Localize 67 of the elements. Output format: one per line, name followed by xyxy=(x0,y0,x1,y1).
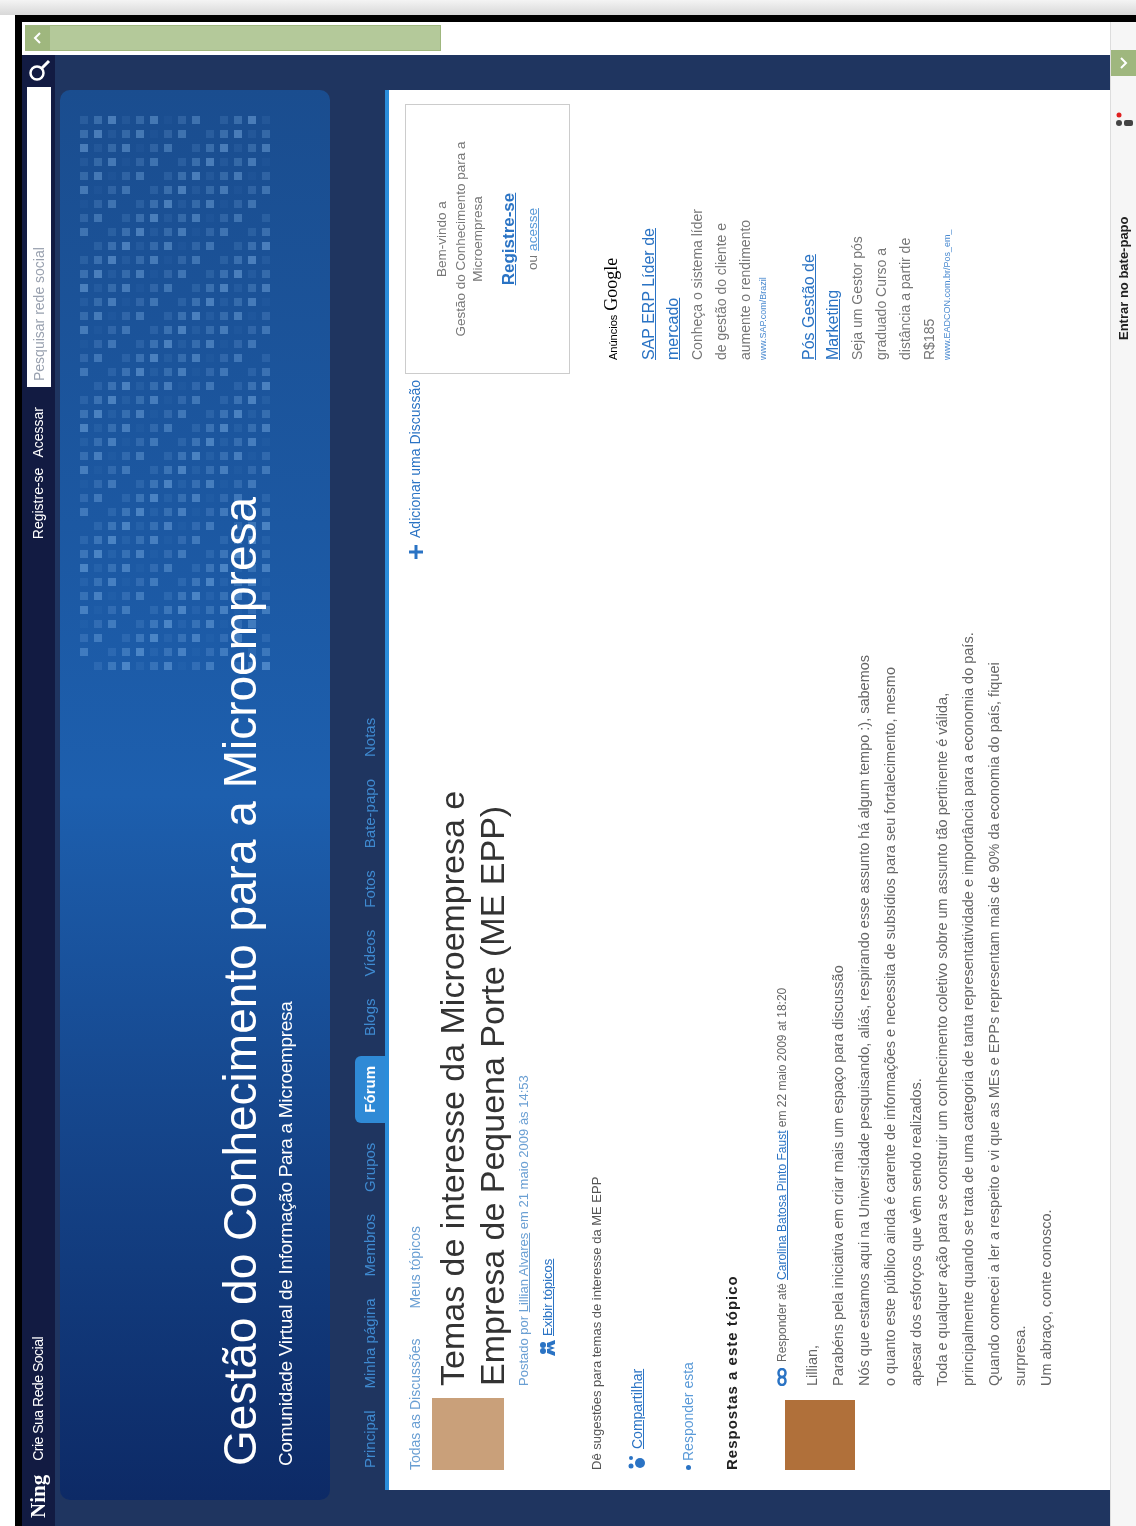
provider-logo: Google xyxy=(600,257,622,311)
nav-tab[interactable]: Fotos xyxy=(355,868,385,910)
site-name-text: Gestão do Conhecimento para a Microempresa xyxy=(451,140,486,339)
search-field[interactable]: Pesquisar rede social xyxy=(26,87,51,387)
ning-logo[interactable]: Ning xyxy=(22,1474,55,1518)
chat-link[interactable]: Entrar no bate-papo xyxy=(1113,216,1134,340)
site-subtitle: Comunidade Virtual de Informação Para a Microempresa xyxy=(273,1000,297,1466)
chain-icon xyxy=(777,1368,787,1386)
ads-label: Anúncios xyxy=(606,314,620,360)
share-link[interactable]: Compartilhar xyxy=(626,1368,648,1470)
nav-tab[interactable]: Principal xyxy=(355,1408,385,1470)
ad-url: www.EADCON.com.br/Pos_em_ xyxy=(940,228,953,360)
author-link[interactable]: Lillian Alvares xyxy=(516,1232,531,1313)
chevron-down-icon xyxy=(1119,57,1128,69)
nav-tab[interactable]: Grupos xyxy=(355,1140,385,1194)
collapse-button[interactable] xyxy=(25,25,49,52)
reply-text-line: Lillian, xyxy=(803,1343,821,1386)
reply-text-line: Nós que estamos aqui na Universidade pesquisando, aliás, respirando esse assunto há algum tempo :), sabemos xyxy=(855,653,873,1386)
expand-button[interactable] xyxy=(1110,50,1136,76)
forum-link[interactable]: Todas as Discussões xyxy=(405,1338,426,1470)
reply-text-line: principalmente quando se trata de uma categoria de tanta representatividade e importância para a economia do país. xyxy=(959,632,977,1386)
header-link[interactable]: Acessar xyxy=(28,407,49,458)
plus-icon xyxy=(407,543,424,560)
nav-tab[interactable]: Fórum xyxy=(355,1056,385,1123)
chevron-up-icon xyxy=(33,32,41,45)
register-link[interactable]: Registre-se xyxy=(495,192,522,286)
nav-tab[interactable]: Bate-papo xyxy=(355,777,385,851)
reply-link[interactable]: Responder esta xyxy=(677,1362,699,1461)
posted-by-text: Postado por Lillian Alvares em 21 maio 2009 às 14:53 xyxy=(515,1074,532,1386)
nav-tab[interactable]: Blogs xyxy=(355,996,385,1038)
reply-text-line: o quanto este público ainda é carente de informações e necessita de subsídios para seu fortalecimento, mesmo xyxy=(881,666,899,1386)
reply-text-line: Parabéns pela iniciativa em criar mais um espaço para discussão xyxy=(829,964,847,1386)
reply-text-line: Quando comecei a ler a respeito e vi que as MEs e EPPs representam mais de 90% da economia do país, fiquei xyxy=(985,661,1003,1386)
view-topics-link[interactable]: Exibir tópicos xyxy=(537,666,557,1356)
ad-text: Seja um Gestor pós graduado Curso a distância a partir de R$185 xyxy=(847,235,938,360)
add-discussion-link[interactable]: Adicionar uma Discussão xyxy=(405,380,426,560)
reply-meta-text: Responder até Carolina Batosa Pinto Faust em 22 maio 2009 at 18:20 xyxy=(774,987,790,1362)
ad-title-link[interactable]: SAP ERP Líder de mercado xyxy=(637,195,685,360)
reply-text-line: apesar dos esforços que vêm sendo realizados. xyxy=(907,1077,925,1386)
tagline-link[interactable]: Crie Sua Rede Social xyxy=(28,1336,49,1461)
search-icon[interactable] xyxy=(26,59,51,83)
header-link[interactable]: Registre-se xyxy=(28,467,49,540)
nav-tab[interactable]: Minha página xyxy=(355,1296,385,1391)
reply-text-line: Toda e qualquer ação para se construir um conhecimento coletivo sobre um assunto tão pertinente é válida, xyxy=(933,691,951,1386)
nav-tab[interactable]: Membros xyxy=(355,1211,385,1279)
section-heading: Respostas a este tópico xyxy=(721,1274,741,1470)
ad-url: www.SAP.com/Brazil xyxy=(757,276,769,360)
scrollbar-thumb[interactable] xyxy=(49,25,441,52)
topic-title: Temas de interesse da Microempresa e Empresa de Pequena Porte (ME EPP) xyxy=(432,789,512,1386)
ad-title-link[interactable]: Pós Gestão de Marketing xyxy=(796,195,845,360)
forum-link[interactable]: Meus tópicos xyxy=(405,1226,426,1309)
ad-text: Conheça o sistema líder de gestão do cliente e aumente o rendimento xyxy=(688,208,754,360)
welcome-text: Bem-vindo a xyxy=(432,201,450,277)
author-link[interactable]: Carolina Batosa Pinto Faust xyxy=(775,1130,789,1280)
or-text: ou xyxy=(524,254,542,270)
bullet-icon xyxy=(685,1465,691,1470)
nav-tab[interactable]: Vídeos xyxy=(355,927,385,979)
reply-text-line: Um abraço, conte conosco. xyxy=(1037,1208,1055,1386)
photo-placeholder xyxy=(432,1398,504,1470)
share-icon xyxy=(628,1454,646,1470)
login-link[interactable]: acesse xyxy=(523,208,544,251)
reply-text-line: surpresa. xyxy=(1011,1324,1029,1386)
site-title: Gestão do Conhecimento para a Microempresa xyxy=(213,495,266,1466)
people-icon xyxy=(539,1340,556,1356)
photo-placeholder xyxy=(785,1400,855,1470)
nav-tab[interactable]: Notas xyxy=(355,715,385,759)
topic-description: Dê sugestões para temas de interesse da ME EPP xyxy=(588,1175,605,1470)
